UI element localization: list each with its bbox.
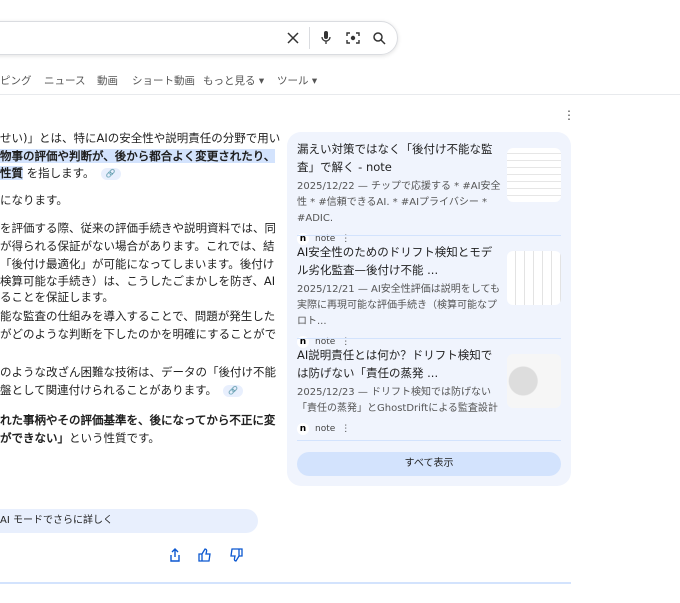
tab-tools[interactable]: ツール ▾ xyxy=(277,73,317,88)
tab-news[interactable]: ニュース xyxy=(44,73,85,88)
answer-text: 能な監査の仕組みを導入することで、問題が発生した xyxy=(0,309,276,323)
answer-text: がどのような判断を下したのかを明確にすることがで xyxy=(0,327,277,341)
thumbs-up-icon[interactable] xyxy=(198,547,214,563)
answer-line: のような改ざん困難な技術は、データの「後付け不能 xyxy=(0,364,276,380)
answer-text: 性質 xyxy=(0,166,23,180)
answer-text: を評価する際、従来の評価手続きや説明資料では、同 xyxy=(0,221,276,235)
source-snippet: 2025/12/21 — AI安全性評価は説明をしても実際に再現可能な評価手続き… xyxy=(297,284,500,327)
answer-text: 検算可能な手続き）は、こうしたごまかしを防ぎ、AI xyxy=(0,274,276,288)
answer-line: を評価する際、従来の評価手続きや説明資料では、同 xyxy=(0,220,276,236)
source-item[interactable]: 漏えい対策ではなく「後付け不能な監査」で解く - note 2025/12/22… xyxy=(297,140,561,245)
answer-text: 「後付け最適化」が可能になってしまいます。後付け xyxy=(0,257,275,271)
divider xyxy=(297,235,561,236)
answer-line: 物事の評価や判断が、後から都合よく変更されたり、 xyxy=(0,148,276,164)
answer-line: 能な監査の仕組みを導入することで、問題が発生した xyxy=(0,308,275,324)
answer-text: 物事の評価や判断が、後から都合よく変更されたり、 xyxy=(0,149,276,163)
thumbnail[interactable] xyxy=(507,148,561,202)
thumbs-down-icon[interactable] xyxy=(229,547,245,563)
answer-text: のような改ざん困難な技術は、データの「後付け不能 xyxy=(0,365,276,379)
divider xyxy=(0,582,571,584)
answer-line: 性質 を指します。 🔗 xyxy=(0,165,121,181)
answer-line: 「後付け最適化」が可能になってしまいます。後付け xyxy=(0,256,274,272)
mic-icon[interactable] xyxy=(316,28,336,48)
divider xyxy=(297,338,561,339)
source-item[interactable]: AI安全性のためのドリフト検知とモデル劣化監査—後付け不能 ... 2025/1… xyxy=(297,243,561,348)
lens-icon[interactable] xyxy=(343,28,363,48)
answer-line: せい)」とは、特にAIの安全性や説明責任の分野で用い xyxy=(0,130,280,146)
answer-line: 盤として関連付けられることがあります。 🔗 xyxy=(0,382,244,398)
tab-videos[interactable]: 動画 xyxy=(97,73,118,88)
clear-icon[interactable] xyxy=(283,28,303,48)
note-logo-icon: n xyxy=(297,423,309,435)
answer-text: 盤として関連付けられることがあります。 xyxy=(0,383,218,397)
answer-text: ができない」 xyxy=(0,431,69,445)
link-icon[interactable]: 🔗 xyxy=(100,167,121,180)
tab-more[interactable]: もっと見る ▾ xyxy=(203,73,264,88)
sources-panel: 漏えい対策ではなく「後付け不能な監査」で解く - note 2025/12/22… xyxy=(287,132,571,486)
divider xyxy=(297,440,561,441)
source-title[interactable]: 漏えい対策ではなく「後付け不能な監査」で解く - note xyxy=(297,140,502,176)
answer-text: という性質です。 xyxy=(69,431,160,445)
source-title[interactable]: AI説明責任とは何か？ドリフト検知では防げない「責任の蒸発 ... xyxy=(297,346,502,382)
source-snippet: 2025/12/22 — チップで応援する * #AI安全性 * #信頼できるA… xyxy=(297,181,501,224)
answer-line: れた事柄やその評価基準を、後になってから不正に変 xyxy=(0,412,275,428)
answer-line: が得られる保証がない場合があります。これでは、結 xyxy=(0,238,275,254)
answer-line: ることを保証します。 xyxy=(0,289,114,305)
search-box[interactable] xyxy=(0,21,398,55)
ai-mode-button[interactable]: AI モードでさらに詳しく xyxy=(0,509,258,533)
answer-line: 検算可能な手続き）は、こうしたごまかしを防ぎ、AI xyxy=(0,273,275,289)
search-icon[interactable] xyxy=(369,28,389,48)
share-icon[interactable] xyxy=(168,547,184,563)
answer-text: が得られる保証がない場合があります。これでは、結 xyxy=(0,239,275,253)
source-snippet: 2025/12/23 — ドリフト検知では防げない「責任の蒸発」とGhostDr… xyxy=(297,387,498,414)
answer-text: になります。 xyxy=(0,193,68,207)
divider xyxy=(309,27,310,49)
divider xyxy=(0,94,680,95)
thumbnail[interactable] xyxy=(507,251,561,305)
more-options-icon[interactable]: ⋮ xyxy=(341,424,350,434)
answer-text: れた事柄やその評価基準を、後になってから不正に変 xyxy=(0,413,276,427)
answer-line: ができない」という性質です。 xyxy=(0,430,160,446)
answer-text: せい)」とは、特にAIの安全性や説明責任の分野で用い xyxy=(0,131,281,145)
answer-text: ることを保証します。 xyxy=(0,290,114,304)
source-name: note xyxy=(315,424,336,434)
tab-shopping[interactable]: ピング xyxy=(0,73,32,88)
source-item[interactable]: AI説明責任とは何か？ドリフト検知では防げない「責任の蒸発 ... 2025/1… xyxy=(297,346,561,435)
answer-line: になります。 xyxy=(0,192,68,208)
answer-text: を指します。 xyxy=(23,166,95,180)
tab-short-videos[interactable]: ショート動画 xyxy=(132,73,195,88)
link-icon[interactable]: 🔗 xyxy=(223,384,244,397)
more-options-icon[interactable]: ⋮ xyxy=(563,108,575,122)
source-title[interactable]: AI安全性のためのドリフト検知とモデル劣化監査—後付け不能 ... xyxy=(297,243,502,279)
thumbnail[interactable] xyxy=(507,354,561,408)
answer-line: がどのような判断を下したのかを明確にすることがで xyxy=(0,326,276,342)
show-all-button[interactable]: すべて表示 xyxy=(297,452,561,476)
